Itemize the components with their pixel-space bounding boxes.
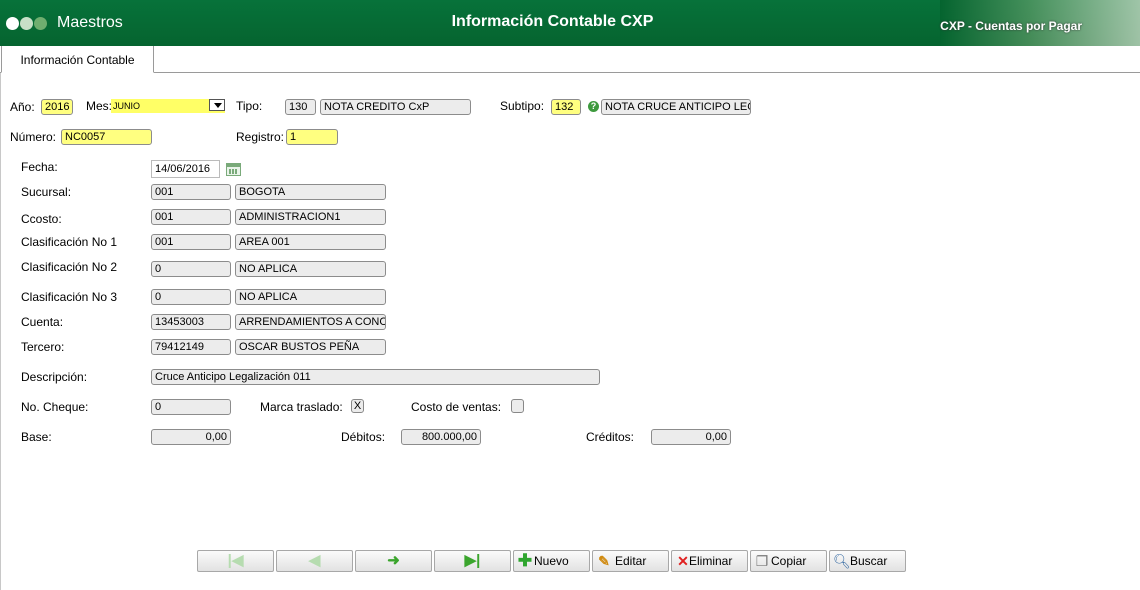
ccosto-label: Ccosto: bbox=[21, 212, 62, 226]
clasif3-code-field[interactable]: 0 bbox=[151, 289, 231, 305]
tercero-label: Tercero: bbox=[21, 340, 65, 354]
ccosto-desc-field[interactable]: ADMINISTRACION1 bbox=[235, 209, 386, 225]
copiar-button-label: Copiar bbox=[771, 554, 807, 568]
clasif2-desc-field[interactable]: NO APLICA bbox=[235, 261, 386, 277]
numero-label: Número: bbox=[10, 130, 57, 144]
cuenta-code-field[interactable]: 13453003 bbox=[151, 314, 231, 330]
clasif2-label: Clasificación No 2 bbox=[21, 260, 118, 274]
nuevo-button[interactable]: ✚ Nuevo bbox=[513, 550, 590, 572]
last-record-button[interactable]: ▶| bbox=[434, 550, 511, 572]
clasif3-desc-field[interactable]: NO APLICA bbox=[235, 289, 386, 305]
base-field[interactable]: 0,00 bbox=[151, 429, 231, 445]
copiar-button[interactable]: ❐ Copiar bbox=[750, 550, 827, 572]
registro-field[interactable]: 1 bbox=[286, 129, 338, 145]
marca-traslado-checkbox[interactable]: X bbox=[351, 399, 364, 413]
anio-field[interactable]: 2016 bbox=[41, 99, 73, 115]
pencil-icon: ✎ bbox=[598, 553, 610, 569]
subtipo-code-field[interactable]: 132 bbox=[551, 99, 581, 115]
calendar-icon[interactable] bbox=[226, 163, 241, 176]
tipo-label: Tipo: bbox=[236, 99, 263, 113]
help-icon[interactable]: ? bbox=[588, 101, 599, 112]
eliminar-button-label: Eliminar bbox=[689, 554, 733, 568]
marca-traslado-label: Marca traslado: bbox=[260, 400, 343, 414]
debitos-label: Débitos: bbox=[341, 430, 386, 444]
mes-select[interactable]: JUNIO bbox=[111, 99, 225, 113]
tercero-desc-field[interactable]: OSCAR BUSTOS PEÑA bbox=[235, 339, 386, 355]
cheque-field[interactable]: 0 bbox=[151, 399, 231, 415]
clasif3-label: Clasificación No 3 bbox=[21, 290, 118, 304]
registro-label: Registro: bbox=[236, 130, 285, 144]
tab-bar: Información Contable bbox=[0, 46, 1140, 73]
arrow-right-icon: ➜ bbox=[387, 552, 400, 569]
clasif2-code-field[interactable]: 0 bbox=[151, 261, 231, 277]
eliminar-button[interactable]: ✕ Eliminar bbox=[671, 550, 748, 572]
buscar-button[interactable]: 🔍︎ Buscar bbox=[829, 550, 906, 572]
main-content bbox=[0, 73, 1140, 590]
plus-icon: ✚ bbox=[517, 551, 533, 570]
subtipo-desc-field[interactable]: NOTA CRUCE ANTICIPO LEG bbox=[601, 99, 751, 115]
fecha-label: Fecha: bbox=[21, 160, 58, 174]
nuevo-button-label: Nuevo bbox=[534, 554, 569, 568]
tipo-code-field[interactable]: 130 bbox=[285, 99, 316, 115]
descripcion-label: Descripción: bbox=[21, 370, 88, 384]
tab-informacion-contable[interactable]: Información Contable bbox=[1, 46, 154, 73]
buscar-button-label: Buscar bbox=[850, 554, 888, 568]
ccosto-code-field[interactable]: 001 bbox=[151, 209, 231, 225]
debitos-field[interactable]: 800.000,00 bbox=[401, 429, 481, 445]
base-label: Base: bbox=[21, 430, 52, 444]
first-record-button[interactable]: |◀ bbox=[197, 550, 274, 572]
header-bar: Maestros Información Contable CXP CXP - … bbox=[0, 0, 1140, 46]
module-title: CXP - Cuentas por Pagar bbox=[940, 19, 1082, 33]
first-record-icon: |◀ bbox=[227, 552, 244, 569]
mes-select-value: JUNIO bbox=[113, 101, 140, 111]
numero-field[interactable]: NC0057 bbox=[61, 129, 152, 145]
cheque-label: No. Cheque: bbox=[21, 400, 89, 414]
arrow-left-icon: ◀ bbox=[308, 552, 321, 569]
next-record-button[interactable]: ➜ bbox=[355, 550, 432, 572]
costo-ventas-checkbox[interactable] bbox=[511, 399, 524, 413]
cuenta-label: Cuenta: bbox=[21, 315, 64, 329]
fecha-field[interactable]: 14/06/2016 bbox=[151, 160, 220, 178]
last-record-icon: ▶| bbox=[464, 552, 481, 569]
anio-label: Año: bbox=[10, 100, 35, 114]
cuenta-desc-field[interactable]: ARRENDAMIENTOS A CONCE bbox=[235, 314, 386, 330]
previous-record-button[interactable]: ◀ bbox=[276, 550, 353, 572]
tipo-desc-field[interactable]: NOTA CREDITO CxP bbox=[320, 99, 471, 115]
sucursal-desc-field[interactable]: BOGOTA bbox=[235, 184, 386, 200]
clasif1-desc-field[interactable]: AREA 001 bbox=[235, 234, 386, 250]
descripcion-field[interactable]: Cruce Anticipo Legalización 011 bbox=[151, 369, 600, 385]
costo-ventas-label: Costo de ventas: bbox=[411, 400, 502, 414]
clasif1-code-field[interactable]: 001 bbox=[151, 234, 231, 250]
creditos-field[interactable]: 0,00 bbox=[651, 429, 731, 445]
copy-icon: ❐ bbox=[755, 553, 769, 569]
creditos-label: Créditos: bbox=[586, 430, 635, 444]
subtipo-label: Subtipo: bbox=[500, 99, 545, 113]
editar-button-label: Editar bbox=[615, 554, 647, 568]
mes-label: Mes: bbox=[86, 99, 113, 113]
tercero-code-field[interactable]: 79412149 bbox=[151, 339, 231, 355]
chevron-down-icon[interactable] bbox=[209, 99, 225, 111]
clasif1-label: Clasificación No 1 bbox=[21, 235, 118, 249]
sucursal-code-field[interactable]: 001 bbox=[151, 184, 231, 200]
editar-button[interactable]: ✎ Editar bbox=[592, 550, 669, 572]
sucursal-label: Sucursal: bbox=[21, 185, 72, 199]
search-icon: 🔍︎ bbox=[833, 553, 851, 569]
